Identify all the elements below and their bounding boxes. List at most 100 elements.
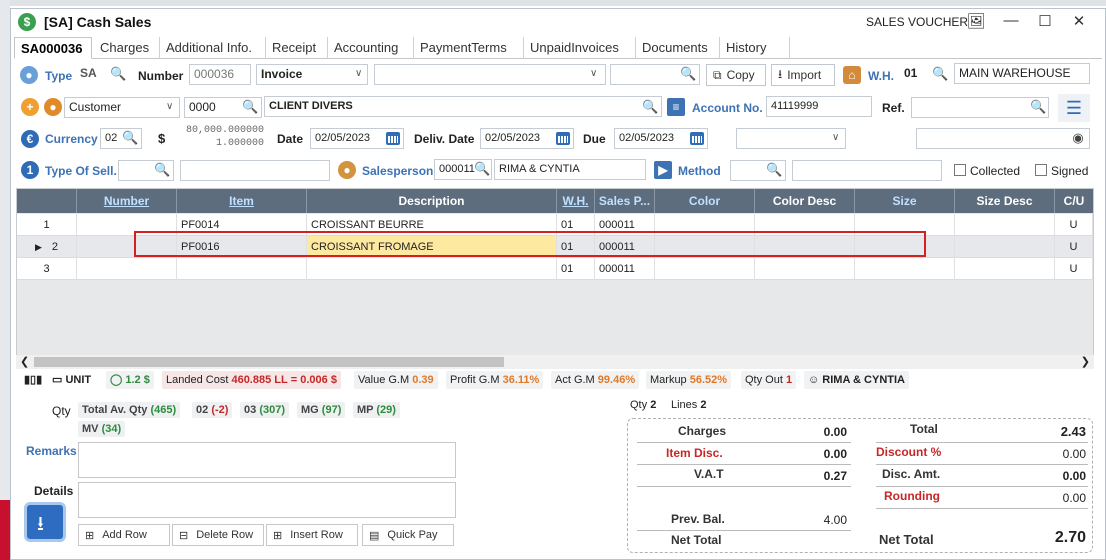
customer-name-search-icon[interactable]: 🔍 [642, 99, 658, 115]
qty-chip-mg: MG (97) [297, 402, 346, 418]
due-label: Due [583, 132, 606, 146]
deliv-date-label: Deliv. Date [414, 132, 475, 146]
valuegm-label: Value G.M [358, 374, 410, 386]
collected-label: Collected [970, 164, 1021, 178]
tab-documents[interactable]: Documents [636, 37, 720, 59]
invoice-sub-select[interactable] [374, 64, 606, 85]
title-bar: $ [SA] Cash Sales SALES VOUCHER 🖼 — ☐ ✕ [10, 8, 1104, 36]
add-row-button[interactable]: ⊞ Add Row [78, 524, 170, 546]
quick-pay-button[interactable]: ▤ Quick Pay [362, 524, 454, 546]
col-header-cu[interactable]: C/U [1055, 189, 1093, 213]
signed-checkbox[interactable] [1035, 164, 1047, 176]
find-field[interactable] [916, 128, 1090, 149]
col-header-description[interactable]: Description [307, 189, 557, 213]
cell-size[interactable] [855, 258, 955, 280]
col-header-color-desc[interactable]: Color Desc [755, 189, 855, 213]
cell-cu[interactable]: U [1055, 236, 1093, 258]
tab-history[interactable]: History [720, 37, 790, 59]
download-icon: ⭳ [37, 513, 44, 535]
unit-chip[interactable]: ▭ UNIT [48, 371, 95, 389]
customer-name-field[interactable]: CLIENT DIVERS [264, 96, 662, 117]
tab-receipt[interactable]: Receipt [266, 37, 328, 59]
salesperson-search-icon[interactable]: 🔍 [474, 161, 490, 177]
list-menu-button[interactable]: ☰ [1058, 94, 1090, 122]
prev-bal-label: Prev. Bal. [671, 512, 725, 526]
search-icon[interactable]: 🔍 [680, 66, 696, 82]
due-select[interactable] [736, 128, 846, 149]
col-header-size[interactable]: Size [855, 189, 955, 213]
cell-number[interactable] [77, 258, 177, 280]
horizontal-scrollbar[interactable]: ❮ ❯ [16, 355, 1094, 369]
delete-row-button[interactable]: ⊟ Delete Row [172, 524, 264, 546]
col-header-sales-p[interactable]: Sales P... [595, 189, 655, 213]
insert-row-label: Insert Row [290, 529, 343, 541]
customer-code-search-icon[interactable]: 🔍 [242, 99, 258, 115]
method-search-icon[interactable]: 🔍 [766, 162, 782, 178]
add-row-label: Add Row [102, 529, 147, 541]
cell-size-desc[interactable] [955, 236, 1055, 258]
scroll-thumb[interactable] [34, 357, 504, 367]
image-icon[interactable]: 🖼 [965, 12, 987, 30]
close-button[interactable]: ✕ [1068, 12, 1090, 30]
tab-charges[interactable]: Charges [94, 37, 160, 59]
type-of-sell-desc[interactable] [180, 160, 330, 181]
col-header-wh[interactable]: W.H. [557, 189, 595, 213]
ref-field[interactable] [911, 97, 1049, 118]
minimize-button[interactable]: — [1000, 12, 1022, 29]
cell-wh[interactable]: 01 [557, 258, 595, 280]
import-button[interactable]: ⭳ Import [771, 64, 835, 86]
cell-description[interactable] [307, 258, 557, 280]
cell-cu[interactable]: U [1055, 214, 1093, 236]
scroll-left-icon[interactable]: ❮ [20, 355, 29, 368]
cell-cu[interactable]: U [1055, 258, 1093, 280]
maximize-button[interactable]: ☐ [1034, 12, 1056, 30]
type-search-icon[interactable]: 🔍 [110, 66, 126, 82]
customer-type-select[interactable]: Customer [64, 97, 180, 118]
cell-item[interactable] [177, 258, 307, 280]
tab-unpaid-invoices[interactable]: UnpaidInvoices [524, 37, 636, 59]
wh-name-field[interactable]: MAIN WAREHOUSE [954, 63, 1090, 84]
col-header-item[interactable]: Item [177, 189, 307, 213]
row-number: 2 [51, 241, 59, 253]
wh-search-icon[interactable]: 🔍 [932, 66, 948, 82]
cell-size-desc[interactable] [955, 258, 1055, 280]
scroll-right-icon[interactable]: ❯ [1081, 355, 1090, 368]
add-customer-icon[interactable]: + [21, 98, 39, 116]
remarks-field[interactable] [78, 442, 456, 478]
ref-search-icon[interactable]: 🔍 [1030, 99, 1046, 115]
cell-color-desc[interactable] [755, 258, 855, 280]
due-calendar-icon[interactable] [690, 132, 704, 145]
cell-size-desc[interactable] [955, 214, 1055, 236]
cell-color[interactable] [655, 258, 755, 280]
date-calendar-icon[interactable] [386, 132, 400, 145]
col-header-number[interactable]: Number [77, 189, 177, 213]
collected-checkbox[interactable] [954, 164, 966, 176]
details-field[interactable] [78, 482, 456, 518]
number-field[interactable]: 000036 [189, 64, 251, 85]
qty-chip-total: Total Av. Qty (465) [78, 402, 181, 418]
tab-sa000036[interactable]: SA000036 [14, 37, 92, 59]
barcode-icon[interactable]: ▮▯▮ [20, 371, 46, 389]
currency-search-icon[interactable]: 🔍 [122, 130, 138, 146]
copy-button[interactable]: ⧉ Copy [706, 64, 766, 86]
deliv-calendar-icon[interactable] [556, 132, 570, 145]
col-header-color[interactable]: Color [655, 189, 755, 213]
method-desc-field[interactable] [792, 160, 942, 181]
type-of-sell-search-icon[interactable]: 🔍 [154, 162, 170, 178]
profit-gm-chip: Profit G.M 36.11% [446, 371, 544, 389]
col-header-size-desc[interactable]: Size Desc [955, 189, 1055, 213]
table-row[interactable]: 3 01 000011 U [17, 258, 1093, 280]
download-button[interactable]: ⭳ [24, 502, 66, 542]
cell-sales-p[interactable]: 000011 [595, 258, 655, 280]
tab-accounting[interactable]: Accounting [328, 37, 414, 59]
account-field[interactable]: 41119999 [766, 96, 872, 117]
rounding-underline [876, 508, 1088, 509]
tab-additional-info[interactable]: Additional Info. [160, 37, 266, 59]
binoculars-icon[interactable]: ◉ [1070, 130, 1086, 146]
invoice-select[interactable]: Invoice [256, 64, 368, 85]
value-gm-chip: Value G.M 0.39 [354, 371, 438, 389]
insert-row-button[interactable]: ⊞ Insert Row [266, 524, 358, 546]
salesperson-name-field[interactable]: RIMA & CYNTIA [494, 159, 646, 180]
tab-payment-terms[interactable]: PaymentTerms [414, 37, 524, 59]
voucher-label: SALES VOUCHER [866, 15, 969, 29]
